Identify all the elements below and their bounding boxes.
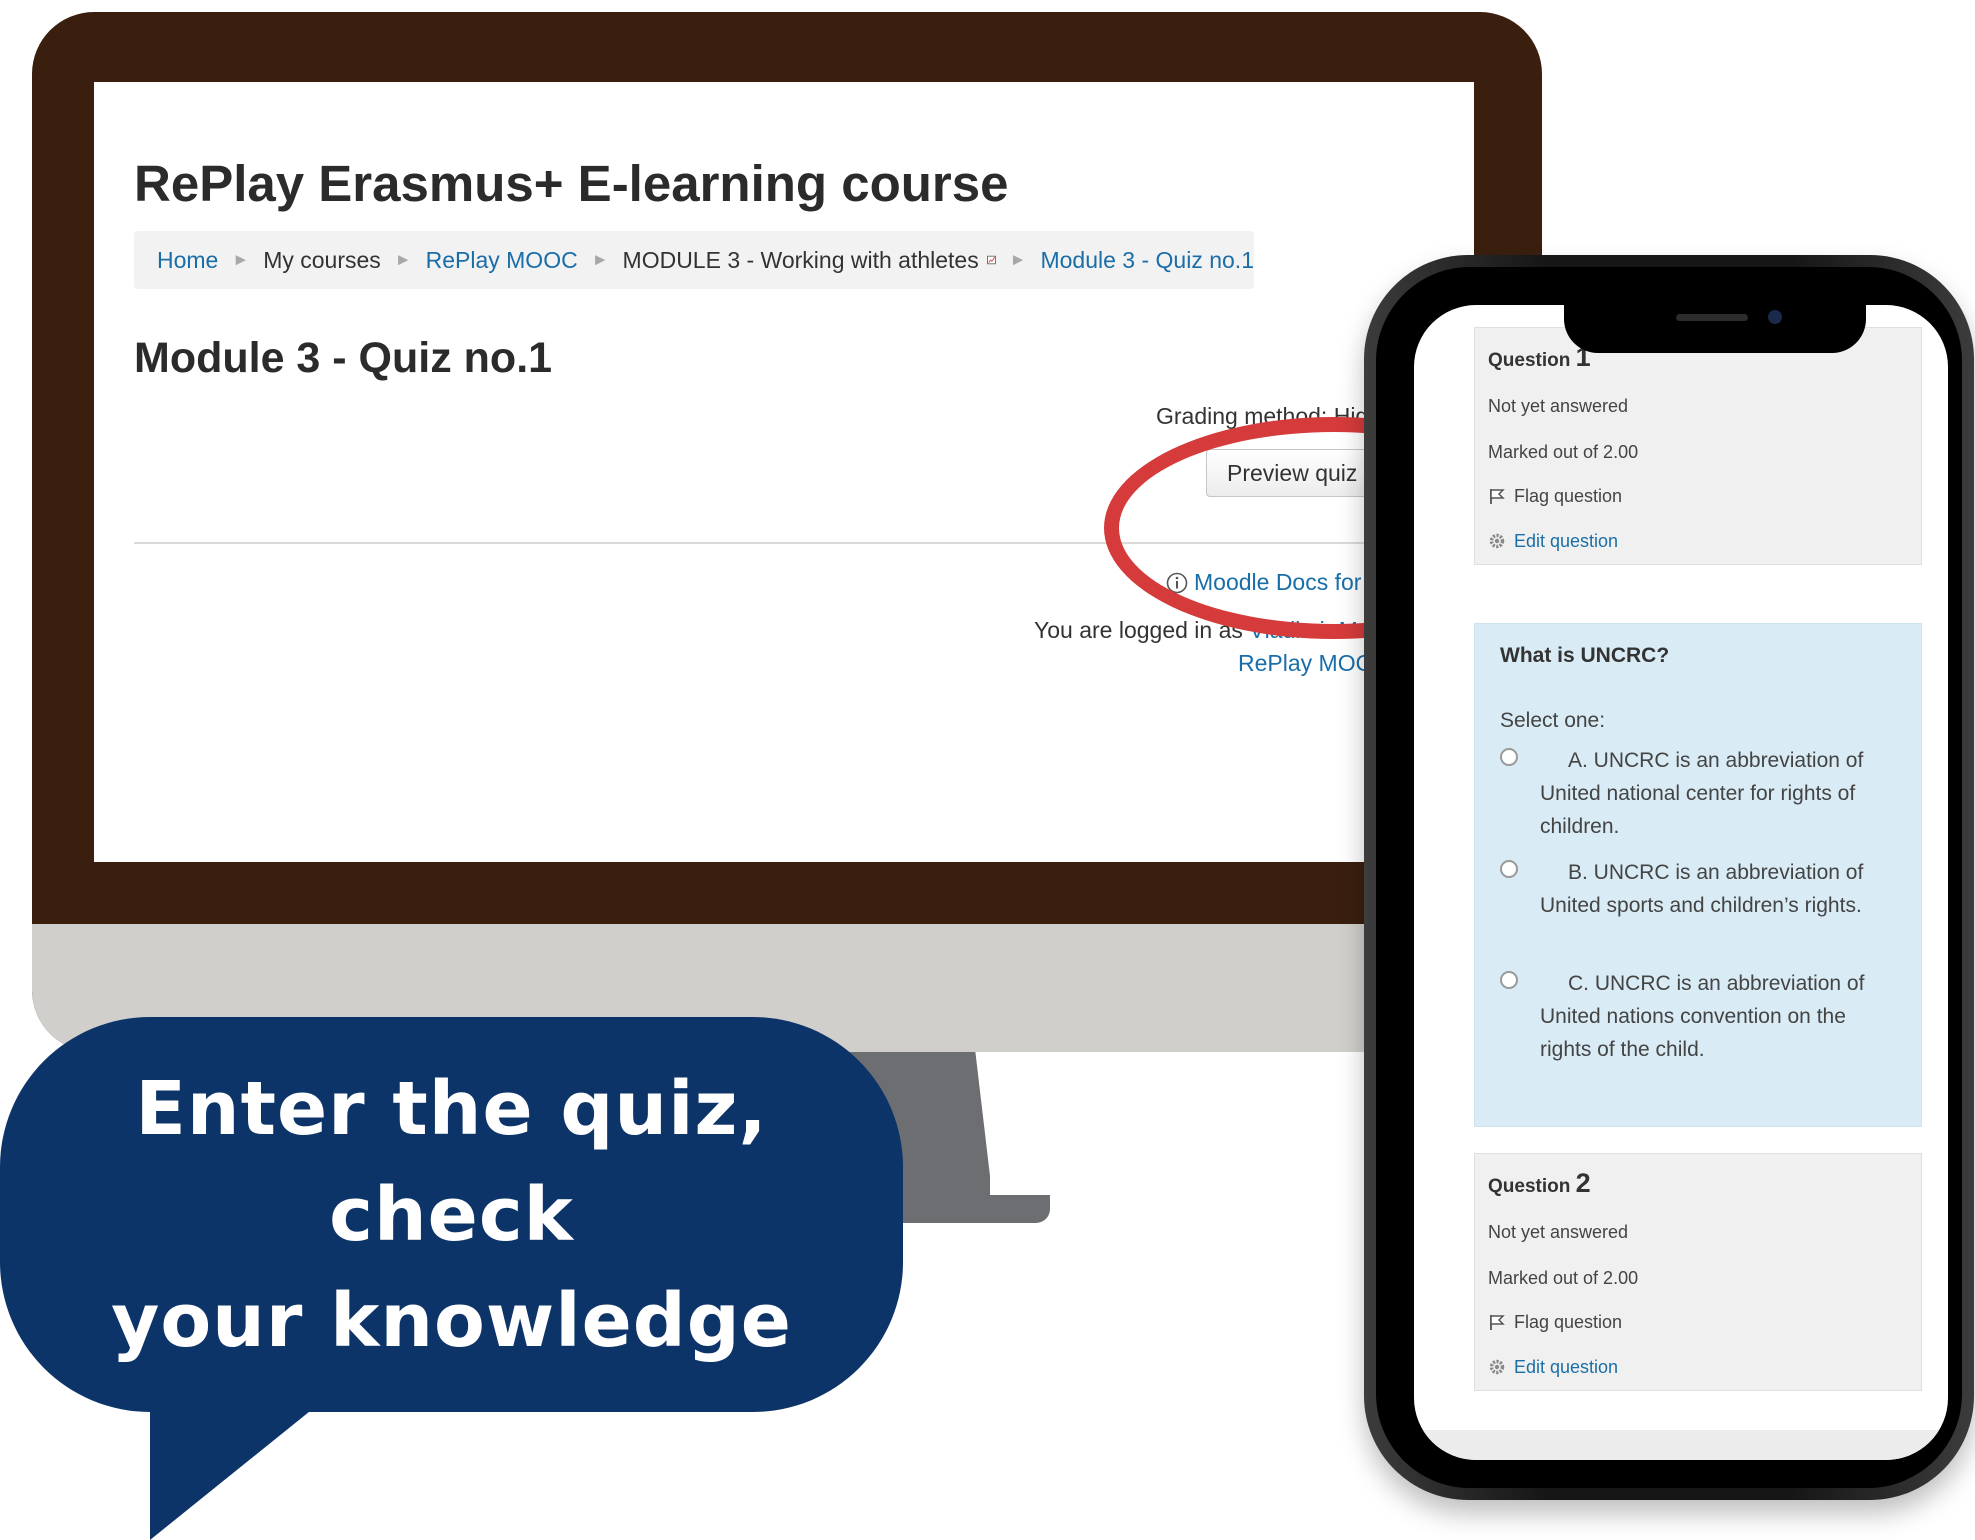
- screen-bottom-bar: [1414, 1430, 1948, 1460]
- speech-bubble-tail: [150, 1395, 330, 1540]
- speaker-grille: [1676, 314, 1748, 321]
- answer-option-b[interactable]: B. UNCRC is an abbreviation of United sp…: [1500, 856, 1900, 961]
- smartphone: Question 1 Not yet answered Marked out o…: [1364, 255, 1974, 1500]
- flag-icon: [1490, 489, 1505, 504]
- answer-label: A. UNCRC is an abbreviation of United na…: [1540, 749, 1864, 838]
- question-label: Question: [1488, 1176, 1571, 1197]
- question-status: Not yet answered: [1488, 1222, 1629, 1242]
- breadcrumb-home[interactable]: Home: [157, 247, 218, 274]
- flag-question-label: Flag question: [1514, 486, 1623, 506]
- breadcrumb-course[interactable]: RePlay MOOC: [426, 247, 578, 274]
- phone-bezel: Question 1 Not yet answered Marked out o…: [1376, 267, 1962, 1488]
- question-1-info: Question 1 Not yet answered Marked out o…: [1474, 327, 1922, 565]
- answer-option-c[interactable]: C. UNCRC is an abbreviation of United na…: [1500, 967, 1900, 1102]
- speech-bubble: Enter the quiz, check your knowledge: [0, 1017, 903, 1412]
- flag-question-button[interactable]: Flag question: [1488, 1312, 1622, 1333]
- breadcrumb-current[interactable]: Module 3 - Quiz no.1: [1040, 247, 1254, 274]
- question-text: What is UNCRC?: [1500, 644, 1670, 667]
- question-marks: Marked out of 2.00: [1488, 1268, 1639, 1288]
- question-1-header: Question 1: [1488, 342, 1591, 373]
- question-marks: Marked out of 2.00: [1488, 442, 1639, 462]
- front-camera: [1768, 310, 1782, 324]
- breadcrumb-my-courses[interactable]: My courses: [263, 247, 381, 274]
- radio-button[interactable]: [1500, 971, 1518, 989]
- edit-question-label: Edit question: [1514, 531, 1619, 551]
- question-number: 2: [1575, 1168, 1591, 1198]
- desktop-screen: RePlay Erasmus+ E-learning course Home ►…: [94, 82, 1474, 862]
- question-status: Not yet answered: [1488, 396, 1629, 416]
- quiz-title: Module 3 - Quiz no.1: [134, 334, 553, 382]
- breadcrumb-separator: ►: [591, 250, 609, 269]
- bubble-line-2: your knowledge: [111, 1277, 792, 1364]
- desktop-monitor: RePlay Erasmus+ E-learning course Home ►…: [32, 12, 1542, 1052]
- flag-question-label: Flag question: [1514, 1312, 1623, 1332]
- quiz-checkmark-icon: [987, 255, 996, 265]
- question-label: Question: [1488, 350, 1571, 371]
- edit-question-link[interactable]: Edit question: [1488, 531, 1618, 552]
- breadcrumb-separator: ►: [1009, 250, 1027, 269]
- flag-question-button[interactable]: Flag question: [1488, 486, 1622, 507]
- select-one-prompt: Select one:: [1500, 709, 1606, 732]
- answer-label: C. UNCRC is an abbreviation of United na…: [1540, 972, 1865, 1061]
- question-2-header: Question 2: [1488, 1168, 1591, 1199]
- gear-icon: [1489, 533, 1505, 549]
- bubble-line-1: Enter the quiz, check: [135, 1065, 768, 1258]
- flag-icon: [1490, 1315, 1505, 1330]
- breadcrumb-separator: ►: [394, 250, 412, 269]
- page-title: RePlay Erasmus+ E-learning course: [134, 155, 1009, 212]
- gear-icon: [1489, 1359, 1505, 1375]
- speech-bubble-text: Enter the quiz, check your knowledge: [0, 1056, 903, 1374]
- phone-screen: Question 1 Not yet answered Marked out o…: [1414, 305, 1948, 1460]
- edit-question-link[interactable]: Edit question: [1488, 1357, 1618, 1378]
- radio-button[interactable]: [1500, 748, 1518, 766]
- breadcrumb-separator: ►: [232, 250, 250, 269]
- radio-button[interactable]: [1500, 860, 1518, 878]
- breadcrumb-module[interactable]: MODULE 3 - Working with athletes: [623, 247, 979, 274]
- question-2-info: Question 2 Not yet answered Marked out o…: [1474, 1153, 1922, 1391]
- answer-option-a[interactable]: A. UNCRC is an abbreviation of United na…: [1500, 744, 1900, 849]
- phone-notch: [1564, 305, 1866, 353]
- answer-label: B. UNCRC is an abbreviation of United sp…: [1540, 861, 1864, 917]
- edit-question-label: Edit question: [1514, 1357, 1619, 1377]
- question-content: What is UNCRC? Select one: A. UNCRC is a…: [1474, 623, 1922, 1127]
- breadcrumb: Home ► My courses ► RePlay MOOC ► MODULE…: [134, 231, 1254, 289]
